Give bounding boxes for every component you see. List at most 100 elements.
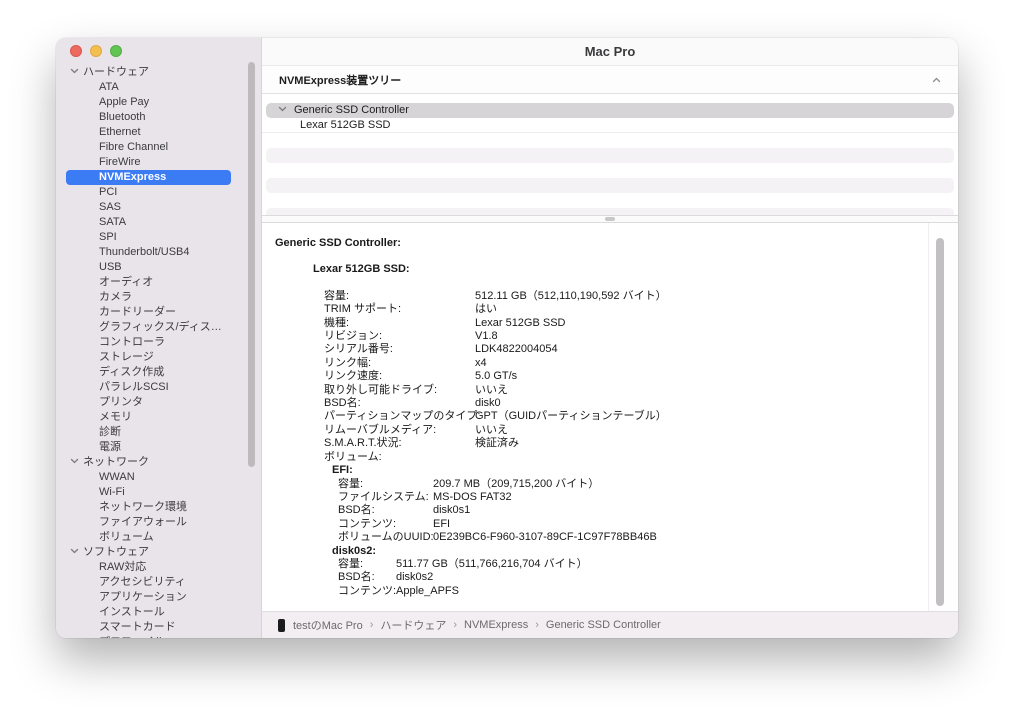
property-label: BSD名:	[338, 571, 396, 584]
sidebar-item-ATA[interactable]: ATA	[56, 80, 261, 95]
splitter-handle[interactable]	[605, 217, 615, 221]
property-value: 512.11 GB（512,110,190,592 バイト）	[475, 290, 667, 303]
tree-empty-row	[266, 148, 954, 163]
property-label: リンク速度:	[324, 370, 475, 383]
sidebar-item-SAS[interactable]: SAS	[56, 200, 261, 215]
pane-splitter[interactable]	[262, 215, 958, 223]
sidebar-item-ストレージ[interactable]: ストレージ	[56, 350, 261, 365]
sidebar-item-Wi-Fi[interactable]: Wi-Fi	[56, 485, 261, 500]
tree-row-label: Lexar 512GB SSD	[300, 118, 391, 133]
sidebar-item-メモリ[interactable]: メモリ	[56, 410, 261, 425]
sidebar-item-ディスク作成[interactable]: ディスク作成	[56, 365, 261, 380]
chevron-down-icon	[70, 455, 79, 470]
sidebar-item-WWAN[interactable]: WWAN	[56, 470, 261, 485]
details-pane: Generic SSD Controller:Lexar 512GB SSD:容…	[262, 223, 958, 611]
sidebar-item-RAW対応[interactable]: RAW対応	[56, 560, 261, 575]
property-row: コンテンツ:EFI	[338, 518, 918, 531]
sidebar-item-USB[interactable]: USB	[56, 260, 261, 275]
property-value: LDK4822004054	[475, 343, 558, 356]
sidebar-item-SATA[interactable]: SATA	[56, 215, 261, 230]
property-label: コンテンツ:	[338, 518, 433, 531]
close-button[interactable]	[70, 45, 82, 57]
property-value: disk0s2	[396, 571, 433, 584]
sidebar-item-NVMExpress[interactable]: NVMExpress	[66, 170, 231, 185]
property-row: シリアル番号:LDK4822004054	[324, 343, 918, 356]
sidebar-section-ハードウェア[interactable]: ハードウェア	[56, 65, 261, 80]
property-label: ボリューム:	[324, 451, 475, 464]
zoom-button[interactable]	[110, 45, 122, 57]
sidebar-item-電源[interactable]: 電源	[56, 440, 261, 455]
property-label: 容量:	[338, 558, 396, 571]
sidebar-section-ネットワーク[interactable]: ネットワーク	[56, 455, 261, 470]
chevron-down-icon[interactable]	[278, 103, 294, 118]
property-value: いいえ	[475, 384, 508, 397]
window-controls	[70, 45, 122, 57]
chevron-up-icon[interactable]	[932, 71, 941, 89]
sidebar-item-インストール[interactable]: インストール	[56, 605, 261, 620]
property-value: 209.7 MB（209,715,200 バイト）	[433, 478, 599, 491]
details-gap	[275, 277, 918, 290]
sidebar-item-FireWire[interactable]: FireWire	[56, 155, 261, 170]
main-pane: Mac Pro NVMExpress装置ツリー Generic SSD Cont…	[262, 38, 958, 638]
property-label: 容量:	[338, 478, 433, 491]
breadcrumb-item: Generic SSD Controller	[546, 619, 661, 631]
tree-empty-row	[262, 133, 958, 148]
property-label: 取り外し可能ドライブ:	[324, 384, 475, 397]
sidebar-item-PCI[interactable]: PCI	[56, 185, 261, 200]
property-row: リンク速度:5.0 GT/s	[324, 370, 918, 383]
property-row: リムーバブルメディア:いいえ	[324, 424, 918, 437]
breadcrumb-separator-icon: ›	[535, 619, 539, 631]
sidebar-item-アクセシビリティ[interactable]: アクセシビリティ	[56, 575, 261, 590]
sidebar-item-アプリケーション[interactable]: アプリケーション	[56, 590, 261, 605]
sidebar-item-グラフィックス/ディス…[interactable]: グラフィックス/ディス…	[56, 320, 261, 335]
sidebar-item-Apple Pay[interactable]: Apple Pay	[56, 95, 261, 110]
property-value: disk0s1	[433, 504, 470, 517]
sidebar-item-Bluetooth[interactable]: Bluetooth	[56, 110, 261, 125]
sidebar-item-オーディオ[interactable]: オーディオ	[56, 275, 261, 290]
tree-row-Generic SSD Controller[interactable]: Generic SSD Controller	[266, 103, 954, 118]
property-value: 0E239BC6-F960-3107-89CF-1C97F78BB46B	[433, 531, 657, 544]
sidebar-item-Ethernet[interactable]: Ethernet	[56, 125, 261, 140]
sidebar-item-パラレルSCSI[interactable]: パラレルSCSI	[56, 380, 261, 395]
window-title: Mac Pro	[585, 44, 636, 59]
property-row: ファイルシステム:MS-DOS FAT32	[338, 491, 918, 504]
sidebar-item-スマートカード[interactable]: スマートカード	[56, 620, 261, 635]
sidebar-item-ボリューム[interactable]: ボリューム	[56, 530, 261, 545]
property-row: 容量:512.11 GB（512,110,190,592 バイト）	[324, 290, 918, 303]
sidebar-item-カメラ[interactable]: カメラ	[56, 290, 261, 305]
breadcrumb-bar: testのMac Pro›ハードウェア›NVMExpress›Generic S…	[262, 611, 958, 638]
sidebar-section-label: ハードウェア	[83, 65, 149, 80]
minimize-button[interactable]	[90, 45, 102, 57]
property-row: BSD名:disk0s2	[338, 571, 918, 584]
sidebar-item-Thunderbolt/USB4[interactable]: Thunderbolt/USB4	[56, 245, 261, 260]
sidebar-item-Fibre Channel[interactable]: Fibre Channel	[56, 140, 261, 155]
property-label: 機種:	[324, 317, 475, 330]
property-value: いいえ	[475, 424, 508, 437]
property-row: パーティションマップのタイプ:GPT（GUIDパーティションテーブル）	[324, 410, 918, 423]
property-label: BSD名:	[338, 504, 433, 517]
property-value: MS-DOS FAT32	[433, 491, 512, 504]
property-row: ボリューム:	[324, 451, 918, 464]
tree-row-Lexar 512GB SSD[interactable]: Lexar 512GB SSD	[262, 118, 958, 133]
sidebar-section-ソフトウェア[interactable]: ソフトウェア	[56, 545, 261, 560]
details-scrollbar[interactable]	[936, 238, 944, 606]
sidebar-item-プロファイル[interactable]: プロファイル	[56, 635, 261, 638]
tree-section-header[interactable]: NVMExpress装置ツリー	[262, 66, 958, 94]
sidebar-scrollbar[interactable]	[248, 62, 255, 467]
sidebar-item-プリンタ[interactable]: プリンタ	[56, 395, 261, 410]
property-label: リビジョン:	[324, 330, 475, 343]
sidebar-item-カードリーダー[interactable]: カードリーダー	[56, 305, 261, 320]
sidebar-item-コントローラ[interactable]: コントローラ	[56, 335, 261, 350]
details-scrollbar-track	[928, 223, 958, 611]
tree-empty-row	[266, 208, 954, 215]
sidebar-item-ネットワーク環境[interactable]: ネットワーク環境	[56, 500, 261, 515]
property-row: 取り外し可能ドライブ:いいえ	[324, 384, 918, 397]
property-value: Lexar 512GB SSD	[475, 317, 566, 330]
sidebar-item-SPI[interactable]: SPI	[56, 230, 261, 245]
breadcrumb: testのMac Pro›ハードウェア›NVMExpress›Generic S…	[293, 617, 661, 633]
sidebar-item-ファイアウォール[interactable]: ファイアウォール	[56, 515, 261, 530]
breadcrumb-item: ハードウェア	[380, 617, 446, 633]
titlebar[interactable]: Mac Pro	[262, 38, 958, 66]
property-label: コンテンツ:	[338, 585, 396, 598]
sidebar-item-診断[interactable]: 診断	[56, 425, 261, 440]
